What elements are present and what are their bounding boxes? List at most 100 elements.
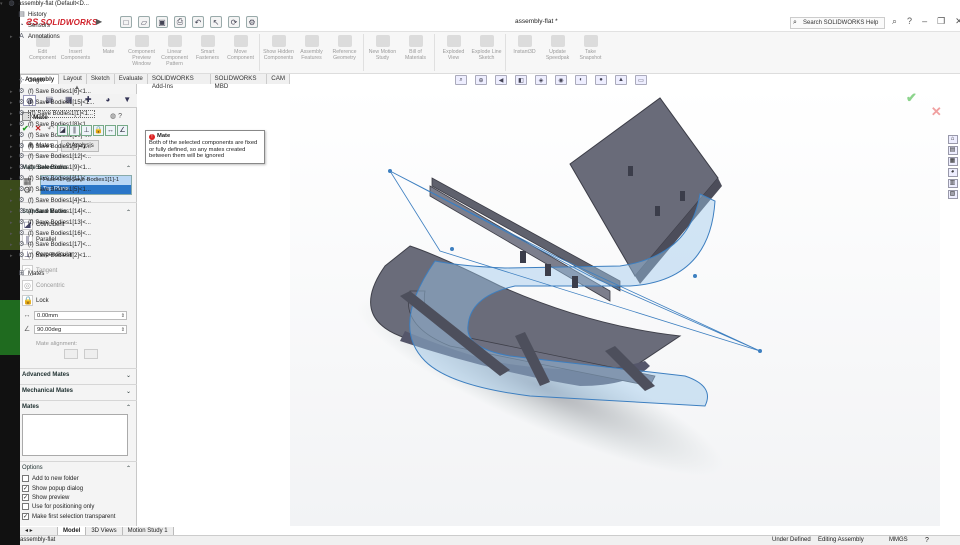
ribbon-button[interactable]: Instant3D	[508, 32, 541, 73]
tree-item-component[interactable]: ▸ ⚙ (f) Save Bodies1[9]<1...	[10, 164, 91, 172]
spin-arrows-icon[interactable]: ⇕	[121, 326, 125, 334]
option-positioning-only[interactable]: Use for positioning only	[22, 503, 94, 510]
mechanical-mates-header[interactable]: Mechanical Mates ⌄	[22, 388, 131, 395]
ribbon-button[interactable]: Show Hidden Components	[262, 32, 295, 73]
new-document-icon[interactable]: □	[120, 16, 132, 28]
option-show-popup-dialog[interactable]: ✓ Show popup dialog	[22, 485, 83, 492]
help-search-input[interactable]: ⌕ Search SOLIDWORKS Help	[790, 17, 885, 29]
tree-item-component[interactable]: ▸ ⚙ (f) Save Bodies1[1]<1...	[10, 109, 95, 118]
ribbon-button[interactable]: New Motion Study	[366, 32, 399, 73]
display-manager-tab-icon[interactable]: ◕	[101, 95, 114, 106]
coincident-popup-icon[interactable]: ◪	[57, 125, 68, 136]
search-dropdown-icon[interactable]: ⌕	[892, 16, 897, 27]
tree-item-component[interactable]: ▸ ⚙ (f) Save Bodies1[16]<...	[10, 230, 91, 238]
collapse-chevron-icon[interactable]: ⌃	[126, 209, 131, 216]
tab-scroll-arrows[interactable]: ◂ ▸	[20, 527, 58, 535]
ribbon-button[interactable]: Smart Fasteners	[191, 32, 224, 73]
minimize-icon[interactable]: –	[922, 16, 927, 27]
tree-item-mates[interactable]: ⊞ Mates	[10, 270, 45, 278]
tab-cam[interactable]: CAM	[267, 74, 290, 84]
options-gear-icon[interactable]: ⚙	[246, 16, 258, 28]
options-header[interactable]: Options ⌃	[22, 465, 131, 472]
resources-icon[interactable]: ⌂	[947, 135, 958, 144]
checkbox[interactable]	[22, 475, 29, 482]
option-add-to-new-folder[interactable]: Add to new folder	[22, 475, 79, 482]
tab-model[interactable]: Model	[58, 527, 87, 535]
ribbon-button[interactable]: Reference Geometry	[328, 32, 361, 73]
ribbon-button[interactable]: Explode Line Sketch	[470, 32, 503, 73]
collapse-chevron-icon[interactable]: ⌃	[126, 165, 131, 172]
save-icon[interactable]: ▣	[156, 16, 168, 28]
ribbon-button[interactable]: Update Speedpak	[541, 32, 574, 73]
open-icon[interactable]: ▱	[138, 16, 150, 28]
previous-view-icon[interactable]: ◀	[495, 75, 507, 85]
concentric-mate[interactable]: ◎ Concentric	[22, 280, 65, 291]
custom-properties-icon[interactable]: ▥	[947, 179, 958, 188]
tree-item-component[interactable]: ▸ ⚙ (f) Save Bodies1[6]<1...	[10, 88, 91, 96]
option-make-first-selection-transparent[interactable]: ✓ Make first selection transparent	[22, 513, 115, 520]
mates-header[interactable]: Mates ⌃	[22, 404, 131, 411]
expand-arrow-icon[interactable]: ▸	[10, 122, 15, 128]
parallel-popup-icon[interactable]: ∥	[69, 125, 80, 136]
expand-chevron-icon[interactable]: ⌄	[126, 388, 131, 395]
tab-motion-study[interactable]: Motion Study 1	[122, 527, 174, 535]
zoom-area-icon[interactable]: ⊕	[475, 75, 487, 85]
edit-appearance-icon[interactable]: ●	[595, 75, 607, 85]
restore-icon[interactable]: ❐	[937, 16, 945, 27]
select-icon[interactable]: ↖	[210, 16, 222, 28]
expand-arrow-icon[interactable]: ▸	[10, 34, 15, 40]
ribbon-button[interactable]: Mate	[92, 32, 125, 73]
appearances-icon[interactable]: ◕	[947, 168, 958, 177]
ribbon-button[interactable]: Move Component	[224, 32, 257, 73]
tab-layout[interactable]: Layout	[59, 74, 87, 84]
ribbon-button[interactable]: Assembly Features	[295, 32, 328, 73]
distance-popup-icon[interactable]: ↔	[105, 125, 116, 136]
tree-item-component[interactable]: ▸ ⚙ (f) Save Bodies1[13]<...	[10, 219, 91, 227]
spin-arrows-icon[interactable]: ⇕	[121, 312, 125, 320]
collapse-chevron-icon[interactable]: ⌃	[126, 465, 131, 472]
expand-arrow-icon[interactable]: ▸	[10, 187, 15, 193]
lock-popup-icon[interactable]: 🔒	[93, 125, 104, 136]
angle-popup-icon[interactable]: ∠	[117, 125, 128, 136]
tree-item-origin[interactable]: ⊹ Origin	[10, 77, 44, 85]
checkbox[interactable]: ✓	[22, 485, 29, 492]
tree-item-component[interactable]: ▸ ⚙ (f) Save Bodies1[14]<...	[10, 208, 91, 216]
tab-solidworks-add-ins[interactable]: SOLIDWORKS Add-Ins	[147, 74, 211, 90]
expand-arrow-icon[interactable]: ▸	[10, 253, 15, 259]
file-explorer-icon[interactable]: ▦	[947, 157, 958, 166]
ribbon-button[interactable]: Component Preview Window	[125, 32, 158, 73]
confirm-ok-icon[interactable]: ✔	[906, 90, 917, 105]
expand-arrow-icon[interactable]: ▸	[10, 100, 15, 106]
expand-arrow-icon[interactable]: ▸	[10, 111, 15, 117]
advanced-mates-header[interactable]: Advanced Mates ⌄	[22, 372, 131, 379]
tree-item-annotations[interactable]: ▸ A Annotations	[10, 33, 60, 41]
aligned-button[interactable]	[64, 349, 78, 359]
menu-expand-icon[interactable]: ▶	[96, 17, 102, 26]
tab-evaluate[interactable]: Evaluate	[114, 74, 148, 84]
expand-arrow-icon[interactable]: ▸	[10, 89, 15, 95]
expand-arrow-icon[interactable]: ▸	[10, 176, 15, 182]
section-view-icon[interactable]: ◧	[515, 75, 527, 85]
close-icon[interactable]: ✕	[955, 16, 960, 27]
collapse-chevron-icon[interactable]: ⌃	[126, 404, 131, 411]
tree-item-sensors[interactable]: ◔ Sensors	[10, 22, 50, 30]
status-units[interactable]: MMGS	[889, 536, 908, 545]
tab-solidworks-mbd[interactable]: SOLIDWORKS MBD	[210, 74, 268, 90]
detailed-preview-icon[interactable]: ◍	[110, 113, 116, 120]
rebuild-icon[interactable]: ⟳	[228, 16, 240, 28]
expand-arrow-icon[interactable]: ▸	[10, 144, 15, 150]
print-icon[interactable]: ⎙	[174, 16, 186, 28]
checkbox[interactable]: ✓	[22, 513, 29, 520]
zoom-fit-icon[interactable]: ⌕	[455, 75, 467, 85]
tree-item-component[interactable]: ▸ ⚙ (f) Save Bodies1[2]<1...	[10, 252, 91, 260]
expand-arrow-icon[interactable]: ▸	[10, 231, 15, 237]
angle-field[interactable]: ∠ 90.00deg ⇕	[22, 325, 127, 334]
expand-arrow-icon[interactable]: ▸	[10, 154, 15, 160]
view-settings-icon[interactable]: ▭	[635, 75, 647, 85]
help-icon[interactable]: ?	[907, 16, 912, 27]
tree-item-component[interactable]: ▸ ⚙ (f) Save Bodies1[5]<1...	[10, 186, 91, 194]
tree-root[interactable]: ▾ ◍ assembly-flat (Default<D...	[0, 0, 89, 8]
view-orientation-icon[interactable]: ◈	[535, 75, 547, 85]
confirm-cancel-icon[interactable]: ✕	[931, 104, 942, 119]
expand-chevron-icon[interactable]: ⌄	[126, 372, 131, 379]
